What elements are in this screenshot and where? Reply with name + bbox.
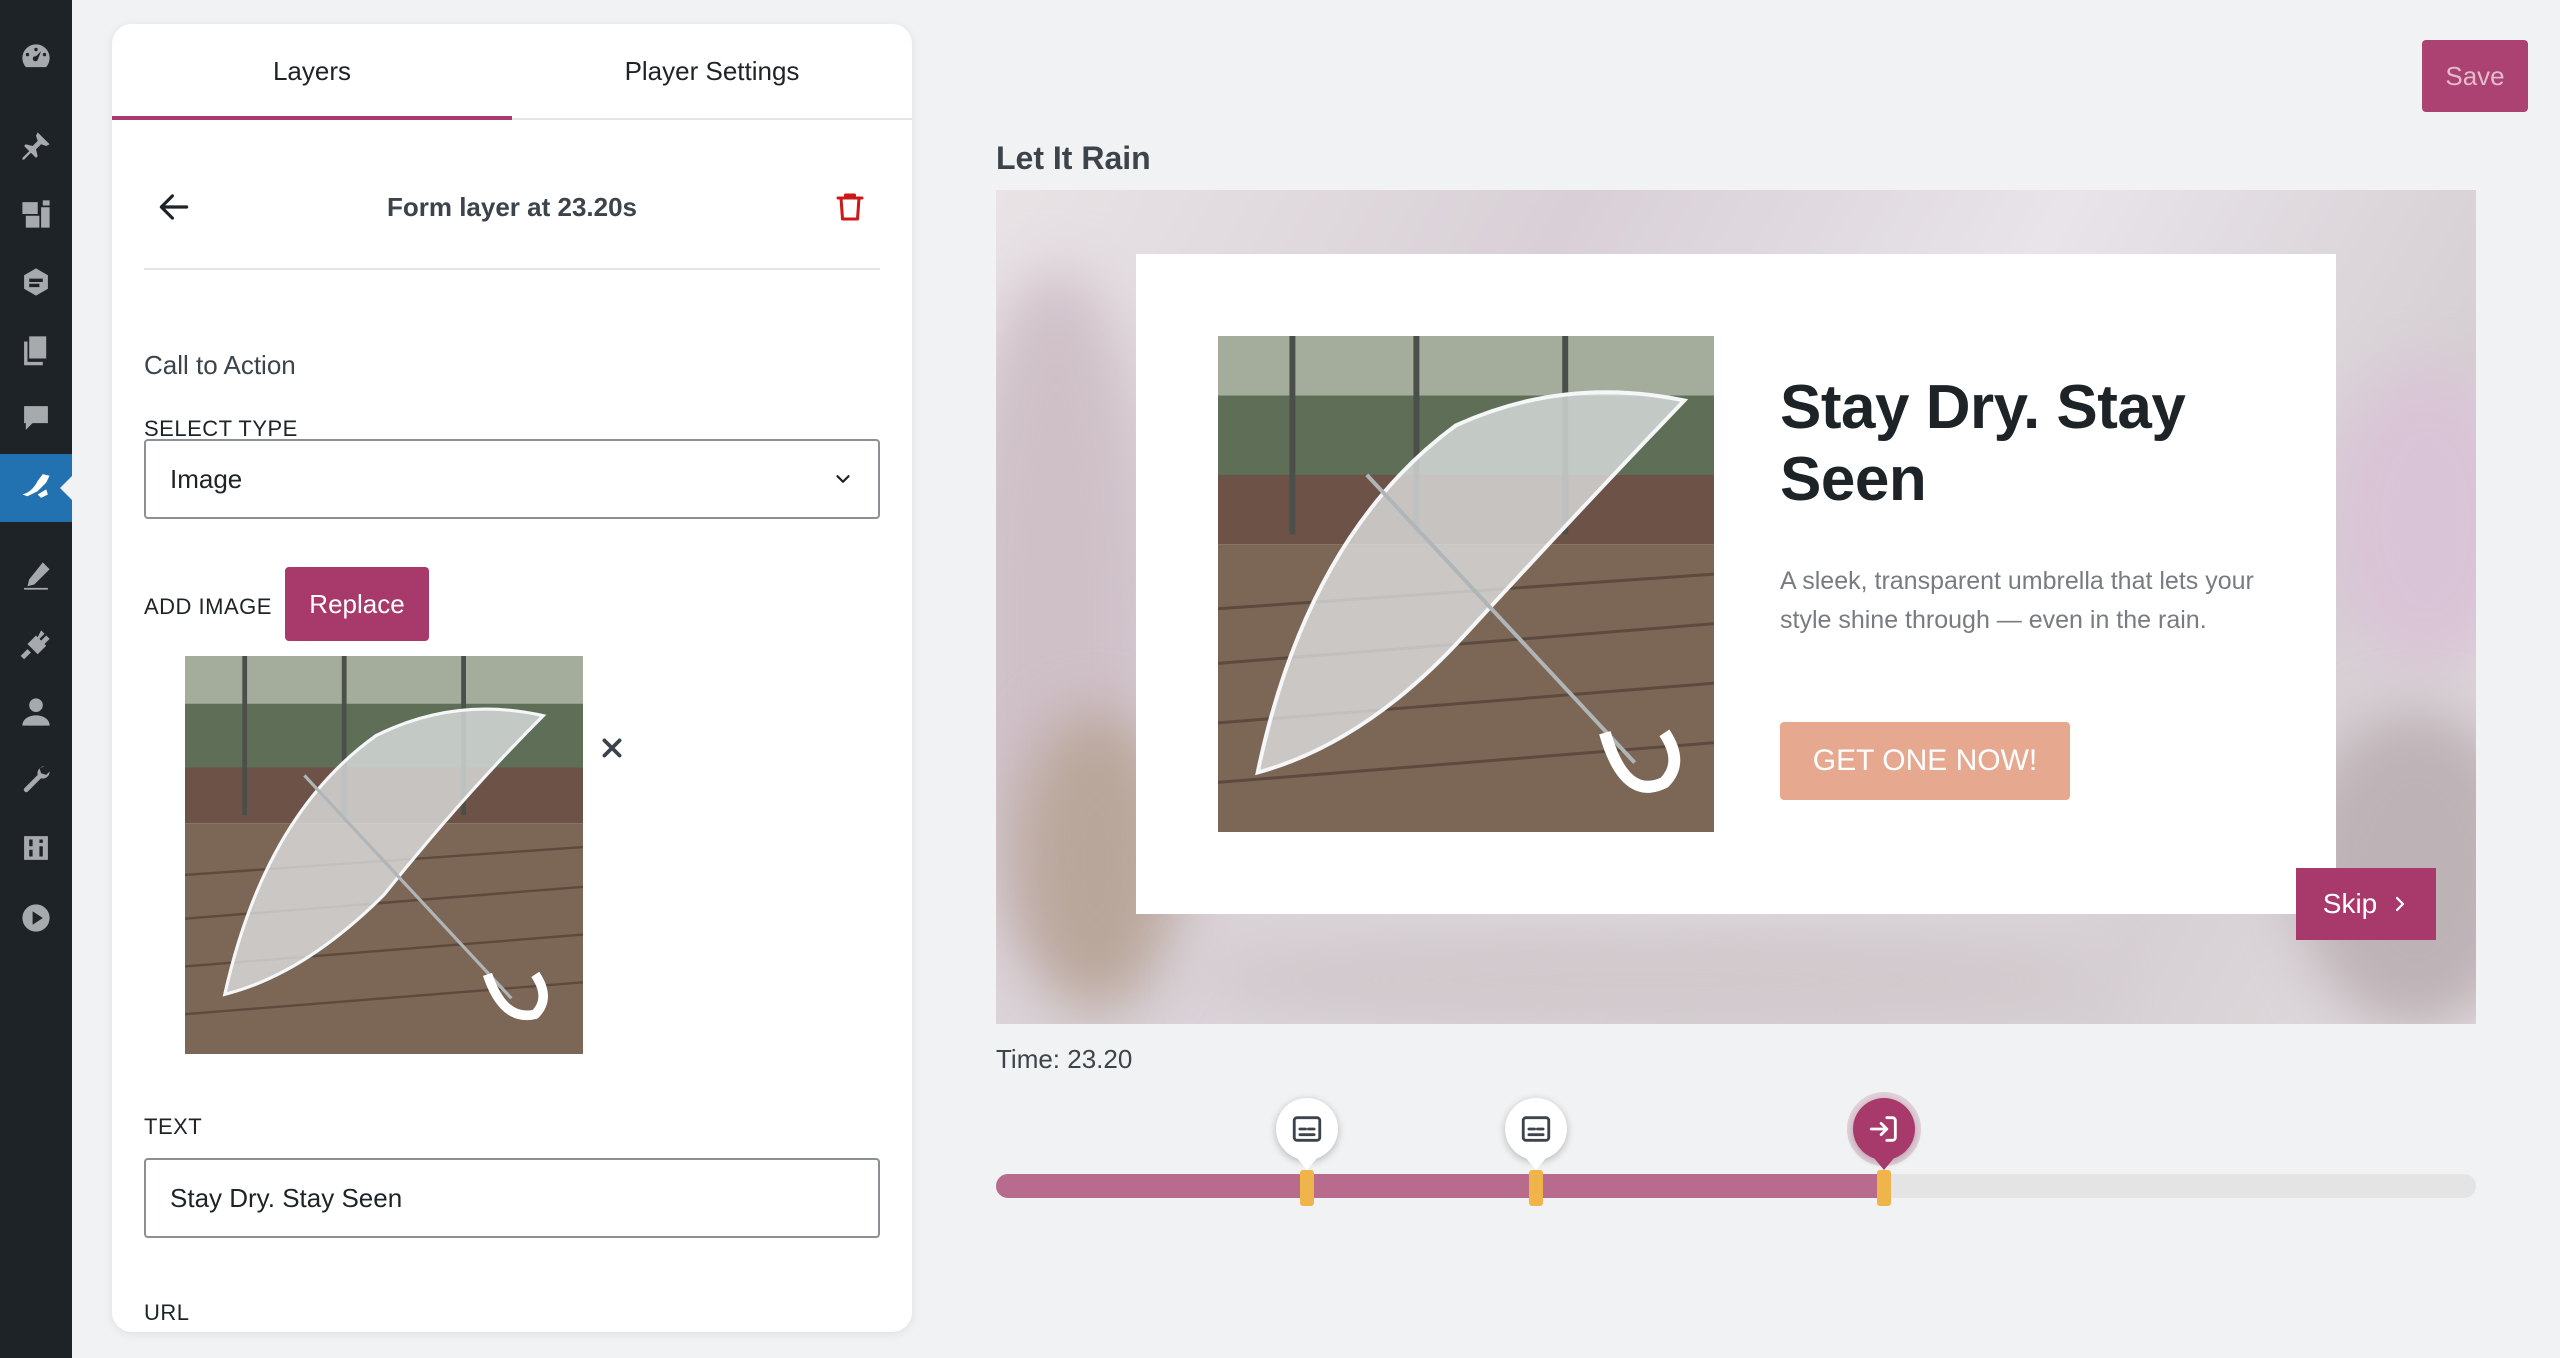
remove-image-button[interactable] bbox=[592, 728, 632, 768]
panel-tabs: Layers Player Settings bbox=[112, 24, 912, 120]
admin-sidebar bbox=[0, 0, 72, 1358]
timeline-marker-2[interactable] bbox=[1529, 1170, 1544, 1206]
caption-layer-pin-1[interactable] bbox=[1275, 1098, 1338, 1170]
add-image-label: ADD IMAGE bbox=[144, 594, 272, 619]
text-field[interactable]: Stay Dry. Stay Seen bbox=[144, 1158, 880, 1238]
caption-icon bbox=[1522, 1116, 1551, 1142]
url-label: URL bbox=[144, 1300, 190, 1325]
appearance-icon[interactable] bbox=[16, 556, 56, 596]
timeline-marker-1[interactable] bbox=[1299, 1170, 1314, 1206]
layer-editor-panel: Layers Player Settings Form layer at 23.… bbox=[112, 24, 912, 1332]
timeline-marker-3[interactable] bbox=[1877, 1170, 1891, 1206]
close-icon bbox=[602, 738, 622, 758]
select-type-dropdown[interactable]: Image bbox=[144, 439, 880, 519]
save-button[interactable]: Save bbox=[2422, 40, 2528, 112]
cta-description: A sleek, transparent umbrella that lets … bbox=[1780, 567, 2254, 634]
tab-player-settings[interactable]: Player Settings bbox=[512, 24, 912, 118]
timeline-track[interactable] bbox=[996, 1098, 2476, 1206]
users-icon[interactable] bbox=[16, 692, 56, 732]
layer-title: Form layer at 23.20s bbox=[386, 191, 638, 222]
media-icon[interactable] bbox=[16, 194, 56, 234]
chevron-right-icon bbox=[2396, 896, 2405, 912]
plugins-icon[interactable] bbox=[16, 624, 56, 664]
caption-layer-pin-2[interactable] bbox=[1505, 1098, 1568, 1170]
text-label: TEXT bbox=[144, 1114, 203, 1139]
cta-heading: Stay Dry. Stay Seen bbox=[1780, 373, 2186, 514]
comments-icon[interactable] bbox=[16, 398, 56, 438]
trash-icon bbox=[836, 193, 864, 221]
tab-layers-label: Layers bbox=[272, 55, 352, 86]
pin-icon[interactable] bbox=[16, 126, 56, 166]
get-one-now-button[interactable]: GET ONE NOW! bbox=[1780, 722, 2070, 800]
cta-overlay-card: Stay Dry. Stay Seen A sleek, transparent… bbox=[1136, 254, 2336, 914]
tab-layers[interactable]: Layers bbox=[112, 24, 512, 120]
tab-player-settings-label: Player Settings bbox=[624, 55, 800, 86]
delete-layer-button[interactable] bbox=[820, 177, 880, 237]
select-type-value: Image bbox=[170, 463, 243, 494]
video-preview: Stay Dry. Stay Seen A sleek, transparent… bbox=[996, 190, 2476, 1024]
pages-icon[interactable] bbox=[16, 330, 56, 370]
caption-icon bbox=[1292, 1116, 1321, 1142]
tools-icon[interactable] bbox=[16, 760, 56, 800]
settings-icon[interactable] bbox=[16, 828, 56, 868]
presto-player-icon[interactable] bbox=[16, 466, 56, 506]
video-title: Let It Rain bbox=[996, 140, 1151, 176]
replace-image-button[interactable]: Replace bbox=[285, 567, 429, 641]
section-title: Call to Action bbox=[144, 350, 296, 380]
forms-icon[interactable] bbox=[16, 262, 56, 302]
product-image bbox=[1218, 336, 1714, 832]
arrow-left-icon bbox=[159, 194, 189, 220]
dashboard-icon[interactable] bbox=[16, 38, 56, 78]
layer-header: Form layer at 23.20s bbox=[144, 146, 880, 270]
timeline-progress bbox=[996, 1174, 1884, 1198]
image-thumbnail bbox=[185, 656, 583, 1054]
form-layer-pin-3[interactable] bbox=[1853, 1098, 1915, 1170]
skip-button[interactable]: Skip bbox=[2296, 868, 2436, 940]
form-icon bbox=[1869, 1116, 1897, 1142]
video-icon[interactable] bbox=[16, 898, 56, 938]
time-readout: Time: 23.20 bbox=[996, 1044, 1133, 1074]
chevron-down-icon bbox=[836, 475, 850, 483]
back-button[interactable] bbox=[144, 177, 204, 237]
skip-label: Skip bbox=[2322, 888, 2378, 919]
